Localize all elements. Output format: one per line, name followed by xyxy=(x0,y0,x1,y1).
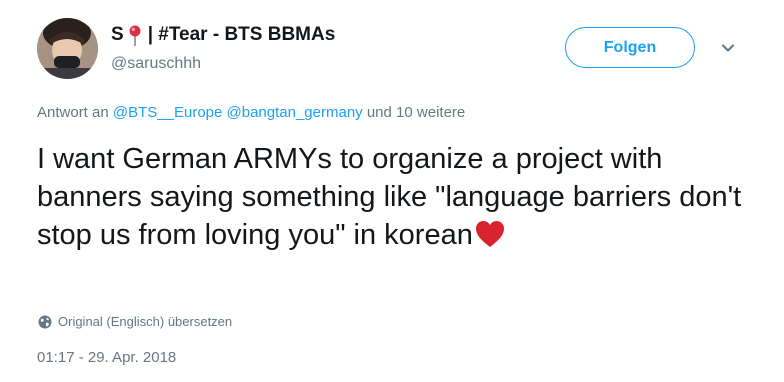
translate-link[interactable]: Original (Englisch) übersetzen xyxy=(38,314,232,329)
timestamp[interactable]: 01:17 - 29. Apr. 2018 xyxy=(37,349,176,366)
chevron-down-icon[interactable] xyxy=(718,38,738,58)
translate-label: Original (Englisch) übersetzen xyxy=(58,314,233,329)
avatar[interactable] xyxy=(37,18,98,79)
display-name-text: S xyxy=(111,24,124,45)
globe-icon xyxy=(38,315,52,329)
tweet-card: S | #Tear - BTS BBMAs @saruschhh Folgen … xyxy=(0,0,784,382)
display-name[interactable]: S | #Tear - BTS BBMAs xyxy=(111,24,335,46)
reply-context: Antwort an @BTS__Europe @bangtan_germany… xyxy=(37,104,465,121)
display-name-suffix: | #Tear - BTS BBMAs xyxy=(147,24,336,45)
follow-button[interactable]: Folgen xyxy=(565,27,695,68)
reply-suffix[interactable]: und 10 weitere xyxy=(367,104,465,121)
screen-name[interactable]: @saruschhh xyxy=(111,55,201,73)
tweet-text-body: I want German ARMYs to organize a projec… xyxy=(37,143,742,251)
red-heart-icon xyxy=(475,220,505,248)
reply-prefix: Antwort an xyxy=(37,104,109,121)
tweet-text: I want German ARMYs to organize a projec… xyxy=(37,140,757,254)
pushpin-icon xyxy=(128,25,142,47)
mention-link[interactable]: @bangtan_germany xyxy=(227,104,363,121)
mention-link[interactable]: @BTS__Europe xyxy=(113,104,222,121)
